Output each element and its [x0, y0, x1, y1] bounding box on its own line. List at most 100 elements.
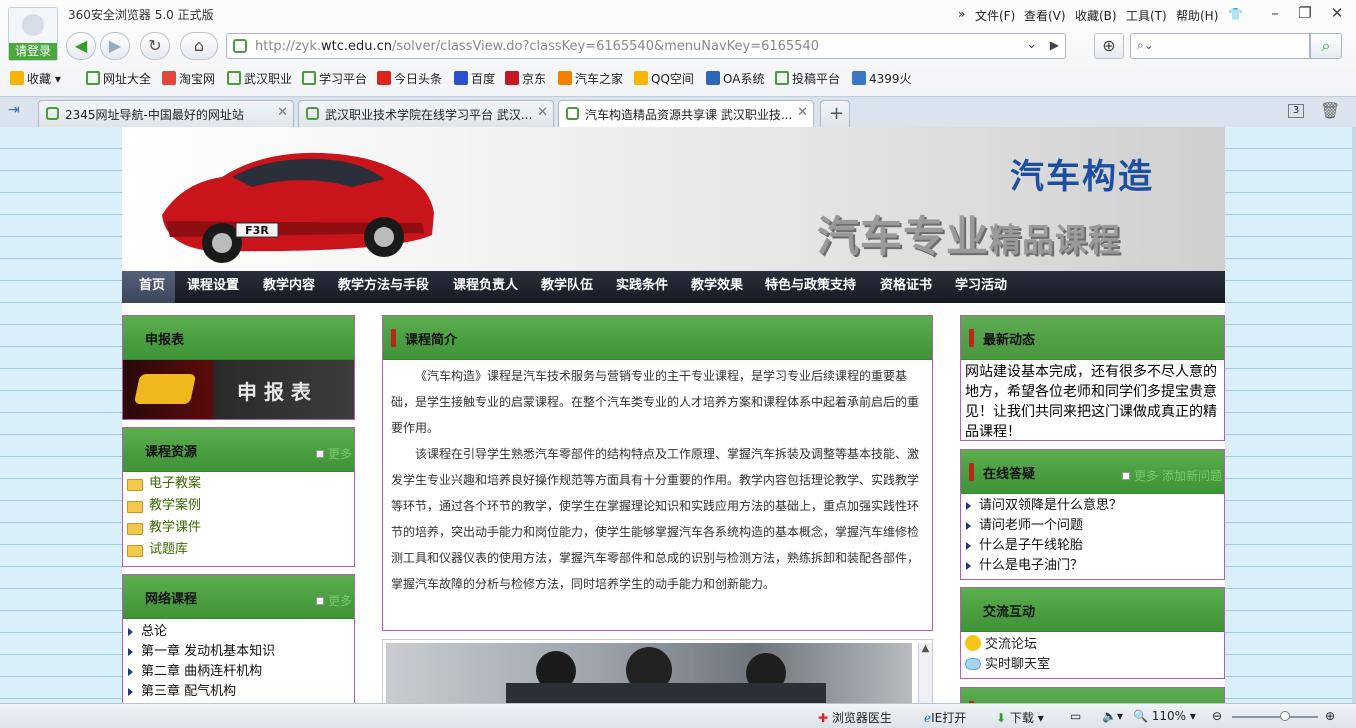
nav-teaching-content[interactable]: 教学内容 [253, 271, 325, 303]
chatroom-link[interactable]: 实时聊天室 [965, 655, 1224, 675]
bookmark-toutiao[interactable]: 今日头条 [377, 70, 442, 87]
bookmark-autohome[interactable]: 汽车之家 [558, 70, 623, 87]
zoom-control[interactable]: 🔍 110% ▾ [1133, 709, 1196, 723]
menu-view[interactable]: 查看(V) [1024, 7, 1066, 24]
address-url[interactable]: http://zyk.wtc.edu.cn/solver/classView.d… [255, 39, 819, 54]
bookmark-tougao[interactable]: 投稿平台 [775, 70, 840, 87]
shenbao-image-link[interactable]: 申 报 表 [123, 360, 354, 419]
bookmark-wuhan[interactable]: 武汉职业 [227, 70, 292, 87]
qa-more-link[interactable]: 更多 添加新问题 [1122, 451, 1222, 501]
minimize-button[interactable]: – [1262, 3, 1288, 23]
address-dropdown-icon[interactable]: ⌄ [1026, 37, 1037, 52]
qa-item[interactable]: 请问老师一个问题 [961, 516, 1224, 536]
nav-home[interactable]: 首页 [122, 271, 175, 303]
forward-button[interactable]: ▶ [100, 32, 130, 60]
window-icon[interactable]: ▭ [1070, 709, 1081, 723]
bookmark-jd[interactable]: 京东 [505, 70, 546, 87]
nav-features[interactable]: 特色与政策支持 [755, 271, 866, 303]
menu-file[interactable]: 文件(F) [975, 7, 1015, 24]
network-more-link[interactable]: 更多 [315, 576, 352, 626]
zoom-slider-thumb[interactable] [1280, 711, 1290, 721]
close-window-button[interactable]: ✕ [1324, 3, 1350, 23]
tab-wtc-platform[interactable]: 武汉职业技术学院在线学习平台 武汉... ✕ [298, 100, 554, 127]
closed-tabs-count[interactable]: 3 [1288, 104, 1304, 118]
nav-teaching-effect[interactable]: 教学效果 [681, 271, 753, 303]
nav-course-setup[interactable]: 课程设置 [177, 271, 249, 303]
nav-course-leader[interactable]: 课程负责人 [443, 271, 528, 303]
search-engine-icon[interactable]: ⌕⌄ [1137, 38, 1154, 53]
bookmark-taobao[interactable]: 淘宝网 [162, 70, 215, 87]
menu-tools[interactable]: 工具(T) [1126, 7, 1167, 24]
download-button[interactable]: ⬇ 下载 ▾ [996, 709, 1044, 726]
tab-close-icon[interactable]: ✕ [537, 105, 548, 120]
bookmark-marker-icon [969, 463, 974, 481]
zoom-out-button[interactable]: ⊖ [1212, 709, 1222, 723]
qa-header: 在线答疑 更多 添加新问题 [961, 450, 1224, 494]
skin-icon[interactable]: 👕 [1228, 7, 1243, 21]
news-text: 网站建设基本完成，还有很多不尽人意的地方，希望各位老师和同学们多提宝贵意见！让我… [965, 364, 1217, 440]
go-button[interactable]: ▶ [1050, 38, 1059, 52]
resource-lesson-plans[interactable]: 电子教案 [123, 473, 354, 495]
bookmark-qzone[interactable]: QQ空间 [634, 70, 694, 87]
browser-doctor-button[interactable]: ✚ 浏览器医生 [818, 709, 892, 726]
chapter-item[interactable]: 第一章 发动机基本知识 [123, 642, 354, 662]
qa-item[interactable]: 什么是子午线轮胎 [961, 536, 1224, 556]
login-button[interactable]: 请登录 [9, 43, 57, 60]
qa-item[interactable]: 什么是电子油门？ [961, 556, 1224, 576]
menu-help[interactable]: 帮助(H) [1176, 7, 1218, 24]
page-scrollbar[interactable] [1352, 127, 1356, 703]
menu-favorites[interactable]: 收藏(B) [1075, 7, 1117, 24]
resources-title: 课程资源 [145, 445, 198, 460]
resource-cases[interactable]: 教学案例 [123, 495, 354, 517]
bookmark-4399[interactable]: 4399火 [852, 70, 912, 87]
nav-teaching-team[interactable]: 教学队伍 [531, 271, 603, 303]
ie-open-button[interactable]: ℯIE打开 [924, 709, 966, 726]
resources-more-link[interactable]: 更多 [315, 429, 352, 479]
zoom-in-button[interactable]: ⊕ [1325, 709, 1335, 723]
tab-course[interactable]: 汽车构造精品资源共享课 武汉职业技... ✕ [558, 100, 814, 127]
page-icon [86, 71, 100, 85]
volume-icon[interactable]: 🔈▾ [1102, 709, 1123, 723]
home-button[interactable]: ⌂ [180, 32, 218, 60]
nav-practice-conditions[interactable]: 实践条件 [606, 271, 678, 303]
bookmark-baidu[interactable]: 百度 [454, 70, 495, 87]
resource-courseware[interactable]: 教学课件 [123, 517, 354, 539]
bookmark-study[interactable]: 学习平台 [302, 70, 367, 87]
back-button[interactable]: ◀ [66, 32, 96, 60]
bookmark-favorites[interactable]: 收藏 ▾ [10, 70, 61, 87]
news-header: 最新动态 [961, 316, 1224, 360]
search-input[interactable]: ⌕⌄ [1130, 33, 1310, 59]
photo-scrollbar[interactable]: ▲ [918, 643, 932, 703]
refresh-icon: ↻ [148, 36, 162, 55]
chapter-item[interactable]: 第三章 配气机构 [123, 682, 354, 702]
qa-item[interactable]: 请问双领降是什么意思？ [961, 496, 1224, 516]
intro-panel: 课程简介 《汽车构造》课程是汽车技术服务与营销专业的主干专业课程，是学习专业后续… [382, 315, 933, 631]
chapter-item[interactable]: 总论 [123, 622, 354, 642]
network-header: 网络课程 更多 [123, 575, 354, 619]
user-avatar[interactable]: 请登录 [8, 7, 58, 61]
bookmark-wangzhi[interactable]: 网址大全 [86, 70, 151, 87]
sidebar-toggle-icon[interactable]: ⇥ [8, 102, 20, 118]
bookmark-oa[interactable]: OA系统 [706, 70, 764, 87]
search-icon: ⌕ [1321, 36, 1331, 55]
tab-2345[interactable]: 2345网址导航-中国最好的网址站 ✕ [38, 100, 294, 127]
address-bar[interactable]: http://zyk.wtc.edu.cn/solver/classView.d… [226, 33, 1066, 59]
trash-icon[interactable]: 🗑 [1320, 101, 1340, 120]
search-button[interactable]: ⌕ [1310, 33, 1342, 59]
banner-title: 汽车构造 [1010, 157, 1154, 197]
tab-close-icon[interactable]: ✕ [797, 105, 808, 120]
maximize-button[interactable]: ❐ [1292, 3, 1318, 23]
scroll-up-icon[interactable]: ▲ [919, 643, 932, 654]
refresh-button[interactable]: ↻ [140, 32, 170, 60]
new-tab-button[interactable]: + [820, 100, 850, 127]
menu-expand-icon[interactable]: » [958, 7, 965, 21]
nav-teaching-methods[interactable]: 教学方法与手段 [328, 271, 439, 303]
security-shield-button[interactable]: ⊕ [1094, 33, 1124, 59]
forum-link[interactable]: 交流论坛 [965, 635, 1224, 655]
tab-close-icon[interactable]: ✕ [277, 105, 288, 120]
nav-certificates[interactable]: 资格证书 [870, 271, 942, 303]
zoom-slider[interactable] [1232, 711, 1318, 721]
resource-question-bank[interactable]: 试题库 [123, 539, 354, 561]
chapter-item[interactable]: 第二章 曲柄连杆机构 [123, 662, 354, 682]
nav-learning-activities[interactable]: 学习活动 [945, 271, 1017, 303]
